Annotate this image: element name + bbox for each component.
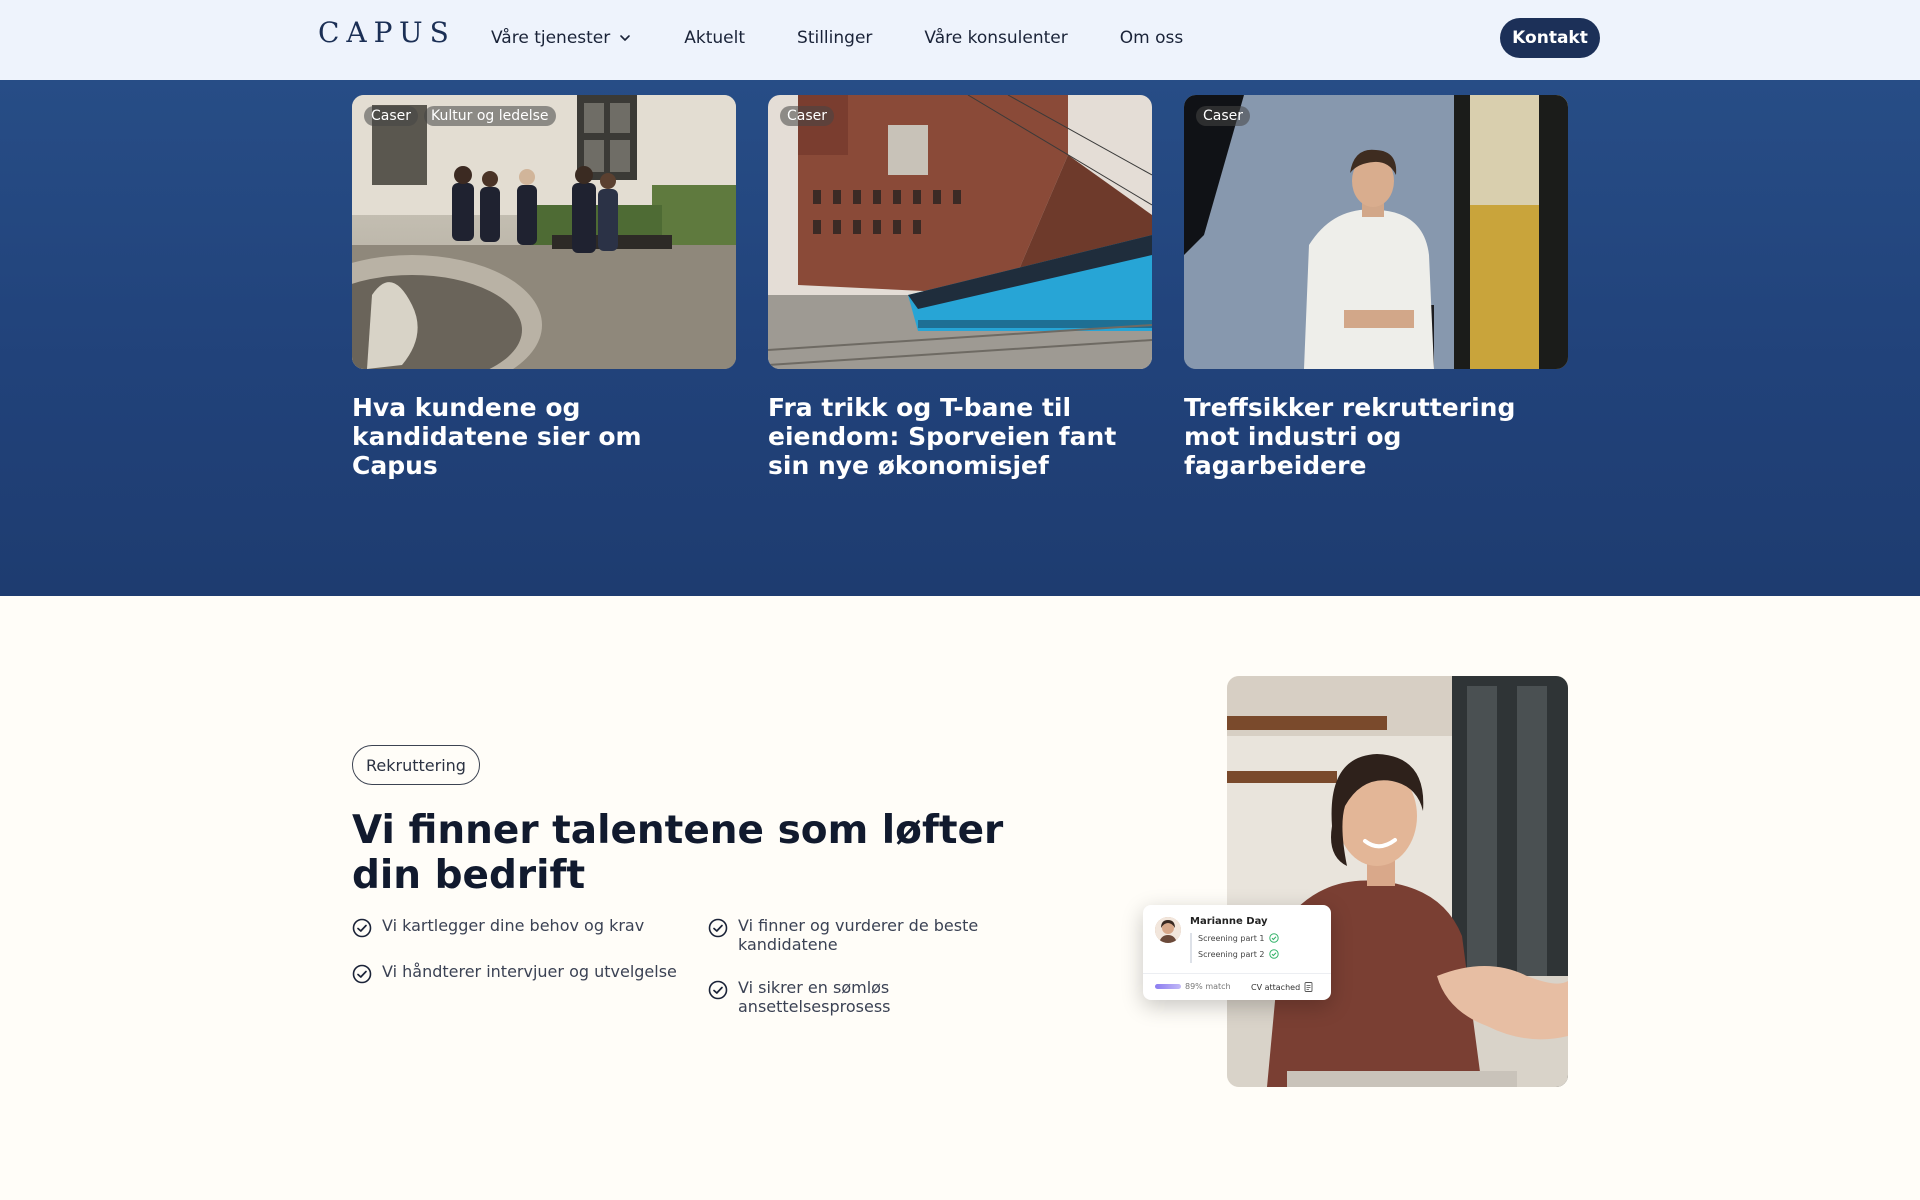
bullet-text: Vi sikrer en sømløs ansettelsesprosess <box>738 978 891 1016</box>
bullet-text: Vi kartlegger dine behov og krav <box>382 916 645 935</box>
candidate-name: Marianne Day <box>1190 916 1268 927</box>
check-circle-icon <box>1269 933 1280 943</box>
nav-item-label: Aktuelt <box>684 28 746 48</box>
bullet-list-left: Vi kartlegger dine behov og krav Vi hånd… <box>352 916 682 1008</box>
nav-item-about[interactable]: Om oss <box>1120 28 1183 48</box>
nav-item-consultants[interactable]: Våre konsulenter <box>924 28 1067 48</box>
article-card[interactable]: Caser Fra trikk og T-bane til eiendom: S… <box>768 95 1152 480</box>
divider <box>1143 973 1331 974</box>
bullet-item: Vi håndterer intervjuer og utvelgelse <box>352 962 682 984</box>
screening-step-label: Screening part 1 <box>1198 933 1265 943</box>
screening-step: Screening part 2 <box>1198 949 1280 959</box>
bullet-item: Vi finner og vurderer de beste kandidate… <box>708 916 1008 954</box>
card-tags: Caser Kultur og ledelse <box>364 106 556 126</box>
nav-item-label: Stillinger <box>797 28 873 48</box>
check-circle-icon <box>352 964 372 984</box>
portrait-man-photo <box>1184 95 1568 369</box>
article-card[interactable]: Caser Kultur og ledelse Hva kundene og k… <box>352 95 736 480</box>
bullet-item: Vi kartlegger dine behov og krav <box>352 916 682 938</box>
main-nav: Våre tjenester Aktuelt Stillinger Våre k… <box>491 0 1183 76</box>
check-circle-icon <box>708 918 728 938</box>
recruitment-photo <box>1227 676 1568 1087</box>
tag-cases[interactable]: Caser <box>780 106 835 126</box>
bullet-list-right: Vi finner og vurderer de beste kandidate… <box>708 916 1008 1040</box>
article-card[interactable]: Caser Treffsikker rekruttering mot indus… <box>1184 95 1568 480</box>
screening-step: Screening part 1 <box>1198 933 1280 943</box>
article-image-office-meeting[interactable]: Caser Kultur og ledelse <box>352 95 736 369</box>
article-title[interactable]: Fra trikk og T-bane til eiendom: Sporvei… <box>768 393 1152 480</box>
article-image-tram[interactable]: Caser <box>768 95 1152 369</box>
logo-text: CAPUS <box>318 15 456 49</box>
nav-item-label: Våre konsulenter <box>924 28 1068 48</box>
bullet-text: Vi håndterer intervjuer og utvelgelse <box>382 962 677 981</box>
tag-cases[interactable]: Caser <box>1196 106 1251 126</box>
nav-item-services[interactable]: Våre tjenester <box>491 28 632 48</box>
check-circle-icon <box>1269 949 1280 959</box>
section-tag: Rekruttering <box>352 745 480 785</box>
candidate-card: Marianne Day Screening part 1 Screening … <box>1143 905 1331 1000</box>
nav-item-label: Våre tjenester <box>491 28 611 48</box>
tag-culture-leadership[interactable]: Kultur og ledelse <box>424 106 556 126</box>
cv-attached: CV attached <box>1251 982 1313 992</box>
check-circle-icon <box>352 918 372 938</box>
match-bar <box>1155 984 1181 989</box>
tag-cases[interactable]: Caser <box>364 106 419 126</box>
check-circle-icon <box>708 980 728 1000</box>
avatar <box>1155 917 1181 943</box>
card-tags: Caser <box>780 106 835 126</box>
nav-item-jobs[interactable]: Stillinger <box>797 28 872 48</box>
nav-item-news[interactable]: Aktuelt <box>684 28 745 48</box>
site-header: CAPUS Våre tjenester Aktuelt Stillinger … <box>0 0 1920 80</box>
office-meeting-photo <box>352 95 736 369</box>
handshake-woman-photo <box>1227 676 1568 1087</box>
article-image-portrait[interactable]: Caser <box>1184 95 1568 369</box>
match-indicator: 89% match <box>1155 982 1231 991</box>
article-title[interactable]: Hva kundene og kandidatene sier om Capus <box>352 393 736 480</box>
article-title[interactable]: Treffsikker rekruttering mot industri og… <box>1184 393 1568 480</box>
nav-item-label: Om oss <box>1119 28 1184 48</box>
bullet-text: Vi finner og vurderer de beste kandidate… <box>738 916 979 954</box>
match-text: 89% match <box>1185 982 1231 991</box>
contact-button[interactable]: Kontakt <box>1500 18 1600 58</box>
bullet-item: Vi sikrer en sømløs ansettelsesprosess <box>708 978 1008 1016</box>
timeline-line <box>1190 933 1192 963</box>
document-icon <box>1304 982 1313 992</box>
logo[interactable]: CAPUS <box>318 15 456 49</box>
cv-text: CV attached <box>1251 982 1301 992</box>
chevron-down-icon <box>620 35 631 41</box>
section-headline: Vi finner talentene som løfter din bedri… <box>352 808 1004 898</box>
screening-step-label: Screening part 2 <box>1198 949 1265 959</box>
tram-city-hall-photo <box>768 95 1152 369</box>
card-tags: Caser <box>1196 106 1251 126</box>
